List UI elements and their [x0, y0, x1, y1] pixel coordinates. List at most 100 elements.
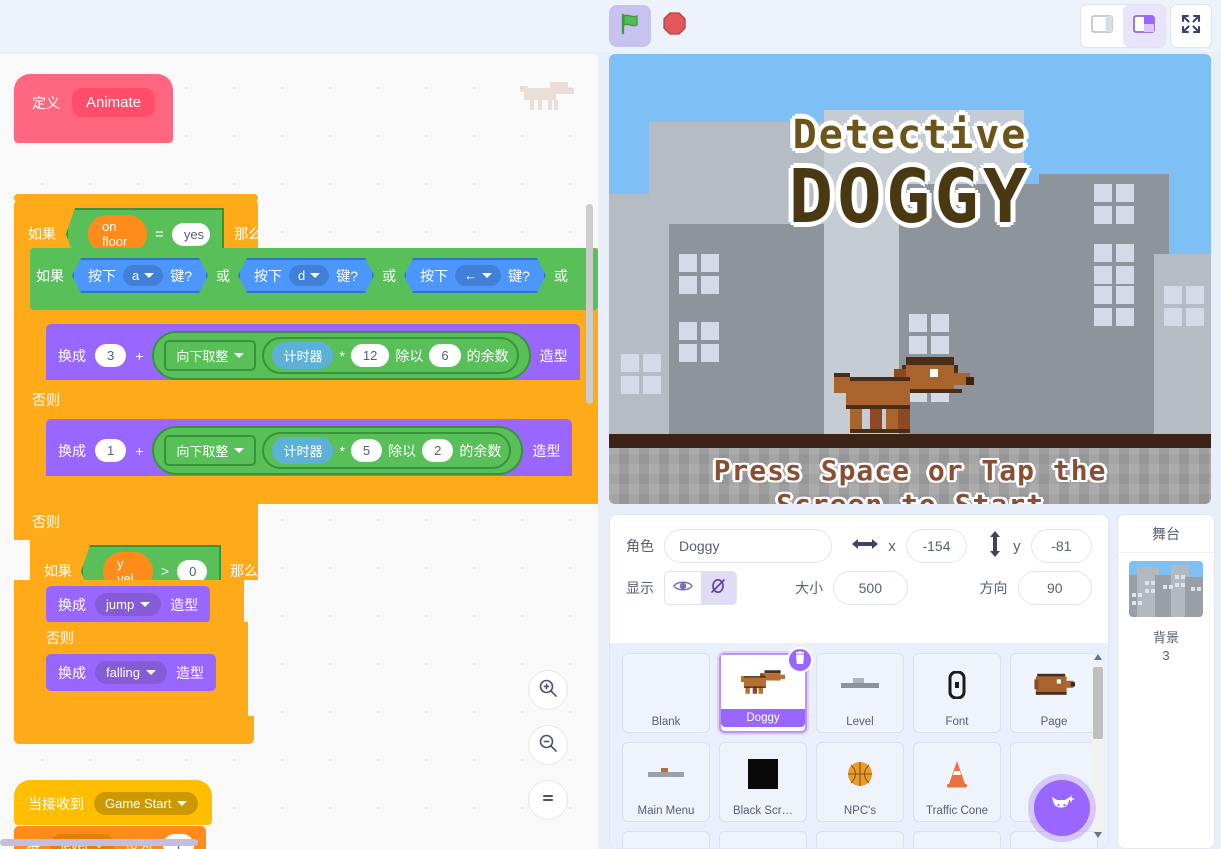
- large-stage-layout-icon: [1133, 14, 1155, 38]
- addend-input-2[interactable]: 1: [95, 439, 127, 462]
- scrollbar-thumb[interactable]: [1093, 667, 1103, 739]
- procedure-name[interactable]: Animate: [72, 88, 156, 117]
- round-function-dropdown-1[interactable]: 向下取整: [164, 340, 257, 371]
- key-pressed-d[interactable]: 按下 d 键?: [238, 258, 374, 293]
- mod-input-2[interactable]: 2: [422, 439, 454, 462]
- plus-sign-2: +: [135, 442, 144, 459]
- define-animate-block[interactable]: 定义 Animate: [14, 74, 174, 143]
- city-backdrop-thumbnail[interactable]: [1129, 561, 1203, 617]
- floor-round-block-1[interactable]: 向下取整 计时器 * 12 除以 6 的余数: [152, 331, 531, 380]
- x-input[interactable]: -154: [905, 529, 968, 563]
- y-input[interactable]: -81: [1030, 529, 1092, 563]
- building: [1154, 254, 1211, 448]
- window: [701, 254, 719, 272]
- sprite-card-npcs[interactable]: NPC's: [816, 742, 904, 822]
- sprite-card-doggy[interactable]: Doggy: [719, 647, 813, 733]
- key-dropdown-left[interactable]: ←: [455, 265, 501, 286]
- zoom-in-button[interactable]: [529, 671, 567, 709]
- key-dropdown-a[interactable]: a: [123, 265, 163, 286]
- timer-variable-1[interactable]: 计时器: [272, 342, 334, 369]
- sprite-card-font[interactable]: Font: [913, 653, 1001, 733]
- switch-costume-block-2[interactable]: 换成 1 + 向下取整 计时器 * 5 除以 2 的余数 造型: [46, 419, 573, 482]
- multiplier-input-1[interactable]: 12: [350, 344, 390, 367]
- when-receive-block[interactable]: 当接收到 Game Start: [14, 780, 213, 825]
- if-yvel-label: 如果: [44, 563, 72, 579]
- if-yvel-block[interactable]: 如果 y vel > 0 那么: [30, 538, 258, 597]
- add-sprite-cat-icon: [1047, 791, 1077, 826]
- multiplier-input-2[interactable]: 5: [350, 439, 383, 462]
- small-stage-layout-button[interactable]: [1081, 5, 1123, 47]
- sprite-list-scrollbar[interactable]: [1092, 649, 1104, 845]
- sprite-card-partial[interactable]: [719, 831, 807, 848]
- scroll-down-arrow-icon[interactable]: [1093, 827, 1103, 845]
- window: [701, 322, 719, 340]
- falling-costume-dropdown[interactable]: falling: [95, 661, 167, 684]
- stage-view[interactable]: Detective DOGGY Press Space or Tap the S…: [609, 54, 1211, 504]
- floor-round-block-2[interactable]: 向下取整 计时器 * 5 除以 2 的余数: [152, 426, 524, 475]
- if-keys-block[interactable]: 如果 按下 a 键? 或 按下 d 键? 或 按下 ← 键? 或: [14, 248, 598, 318]
- delete-sprite-button[interactable]: [787, 647, 813, 673]
- fullscreen-button[interactable]: [1171, 5, 1211, 47]
- key-pressed-left[interactable]: 按下 ← 键?: [404, 258, 546, 293]
- sprite-card-partial[interactable]: [913, 831, 1001, 848]
- sprite-card-page[interactable]: Page: [1010, 653, 1098, 733]
- multiply-sign-2: *: [339, 442, 345, 459]
- if-keys-label: 如果: [36, 267, 64, 284]
- green-flag-button[interactable]: [609, 5, 651, 47]
- zoom-reset-button[interactable]: [529, 781, 567, 819]
- add-sprite-button[interactable]: [1034, 780, 1090, 836]
- sprite-card-partial[interactable]: [816, 831, 904, 848]
- sprite-card-level[interactable]: Level: [816, 653, 904, 733]
- round-function-dropdown-2[interactable]: 向下取整: [164, 435, 257, 466]
- sprite-name-input[interactable]: Doggy: [664, 529, 833, 563]
- sprite-list[interactable]: Blank Doggy Level Font Page Main Menu Bl…: [610, 643, 1108, 848]
- switch-label-falling: 换成: [58, 664, 86, 681]
- game-title: Detective DOGGY: [609, 112, 1211, 240]
- key-pressed-a[interactable]: 按下 a 键?: [72, 258, 208, 293]
- timer-variable-2[interactable]: 计时器: [272, 437, 334, 464]
- code-horizontal-scrollbar[interactable]: [0, 839, 198, 846]
- platform-thumbnail: [817, 654, 903, 716]
- switch-costume-jump-block[interactable]: 换成 jump 造型: [46, 586, 211, 623]
- window: [1094, 244, 1112, 262]
- addend-input-1[interactable]: 3: [95, 344, 127, 367]
- sprite-card-black-screen[interactable]: Black Scr…: [719, 742, 807, 822]
- jump-costume-dropdown[interactable]: jump: [95, 593, 162, 616]
- switch-costume-falling-block[interactable]: 换成 falling 造型: [46, 654, 216, 691]
- size-input[interactable]: 500: [833, 571, 908, 605]
- equals-value-input[interactable]: yes: [171, 222, 211, 246]
- direction-input[interactable]: 90: [1017, 571, 1092, 605]
- sprite-name: Black Scr…: [732, 805, 794, 817]
- or-label-1: 或: [216, 267, 231, 284]
- doggy-sprite[interactable]: [834, 352, 974, 443]
- sprite-card-partial[interactable]: [622, 831, 710, 848]
- show-sprite-button[interactable]: [665, 572, 701, 604]
- sprite-panel: 角色 Doggy x -154 y -81 显示 大小 500 方向 90 Bl…: [609, 514, 1109, 849]
- large-stage-layout-button[interactable]: [1123, 5, 1165, 47]
- sprite-card-main-menu[interactable]: Main Menu: [622, 742, 710, 822]
- direction-label: 方向: [979, 580, 1008, 596]
- mod-input-1[interactable]: 6: [429, 344, 461, 367]
- switch-costume-block-1[interactable]: 换成 3 + 向下取整 计时器 * 12 除以 6 的余数 造型: [46, 324, 580, 387]
- window: [1186, 286, 1204, 304]
- game-subtitle: Press Space or Tap the Screen to Start: [609, 454, 1211, 504]
- hide-sprite-button[interactable]: [700, 572, 737, 604]
- sprite-card-traffic-cone[interactable]: Traffic Cone: [913, 742, 1001, 822]
- chevron-down-icon: [234, 353, 245, 358]
- green-flag-icon: [618, 12, 642, 41]
- message-dropdown[interactable]: Game Start: [94, 792, 199, 815]
- else-label-1: 否则: [32, 392, 60, 408]
- sprite-card-blank[interactable]: Blank: [622, 653, 710, 733]
- window: [1164, 286, 1182, 304]
- mod-block-2[interactable]: 计时器 * 5 除以 2 的余数: [262, 432, 512, 469]
- costume-label-falling: 造型: [175, 664, 204, 681]
- sprite-info-row-1: 角色 Doggy x -154 y -81: [610, 515, 1108, 569]
- eye-show-icon: [672, 579, 693, 598]
- stop-button[interactable]: [653, 5, 695, 47]
- code-vertical-scrollbar[interactable]: [586, 204, 593, 404]
- stage-selector-panel[interactable]: 舞台 背景 3: [1117, 514, 1215, 849]
- zoom-out-button[interactable]: [529, 726, 567, 764]
- key-dropdown-d[interactable]: d: [289, 265, 329, 286]
- code-workspace[interactable]: 定义 Animate 如果 on floor = yes 那么 如果 按下 a …: [0, 54, 598, 849]
- mod-block-1[interactable]: 计时器 * 12 除以 6 的余数: [262, 337, 519, 374]
